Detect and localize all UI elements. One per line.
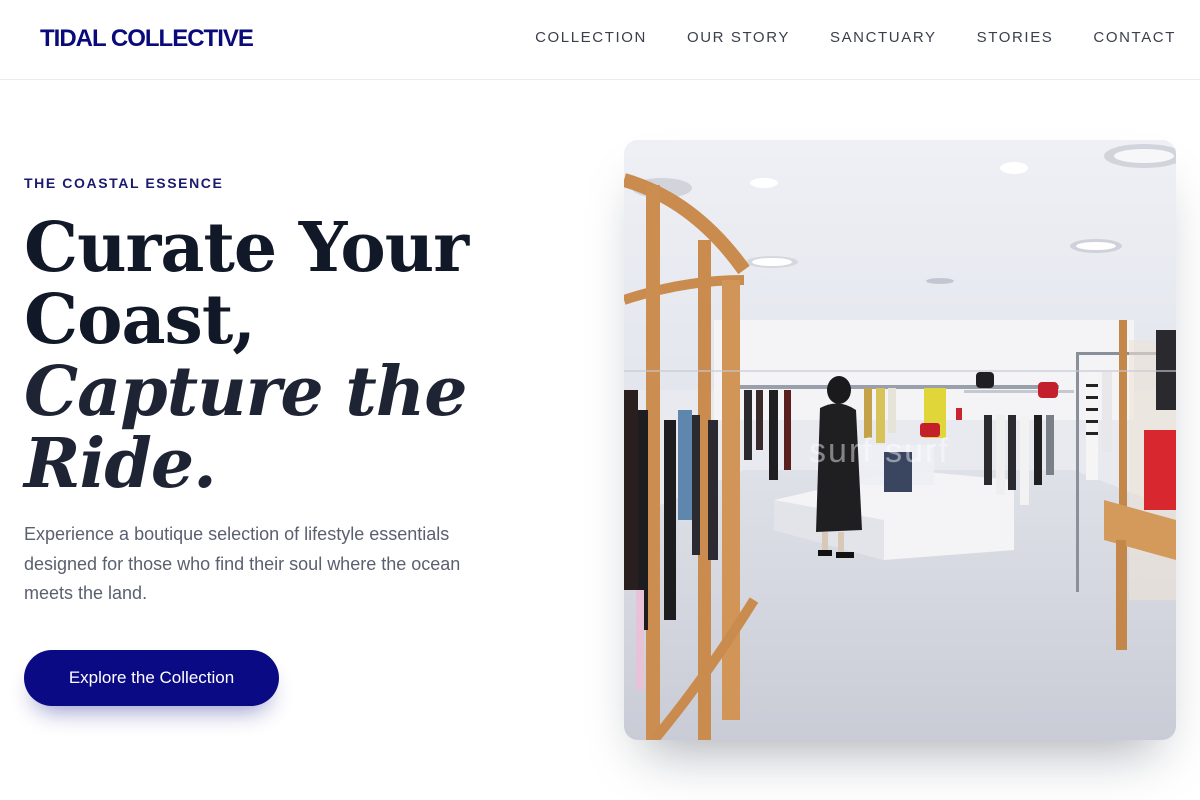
hero-eyebrow: THE COASTAL ESSENCE	[24, 175, 224, 191]
explore-collection-button[interactable]: Explore the Collection	[24, 650, 279, 706]
nav-item-contact[interactable]: CONTACT	[1093, 28, 1176, 48]
brand-logo[interactable]: TIDAL COLLECTIVE	[40, 24, 254, 54]
hero-headline: Curate Your Coast, Capture the Ride.	[24, 212, 584, 500]
store-interior-image: surf surf	[624, 140, 1176, 740]
headline-line-4: Ride.	[24, 424, 217, 504]
nav-item-sanctuary[interactable]: SANCTUARY	[830, 28, 937, 48]
headline-line-3: Capture the	[24, 352, 467, 432]
nav-item-collection[interactable]: COLLECTION	[535, 28, 647, 48]
store-interior-illustration: surf surf	[624, 140, 1176, 740]
nav-item-stories[interactable]: STORIES	[977, 28, 1054, 48]
site-header: TIDAL COLLECTIVE COLLECTION OUR STORY SA…	[0, 0, 1200, 80]
hero-description: Experience a boutique selection of lifes…	[24, 524, 461, 603]
headline-line-2: Coast,	[24, 280, 256, 360]
headline-line-1: Curate Your	[24, 208, 469, 288]
image-watermark: surf surf	[809, 432, 950, 470]
main-nav: COLLECTION OUR STORY SANCTUARY STORIES C…	[535, 28, 1176, 48]
nav-item-our-story[interactable]: OUR STORY	[687, 28, 790, 48]
